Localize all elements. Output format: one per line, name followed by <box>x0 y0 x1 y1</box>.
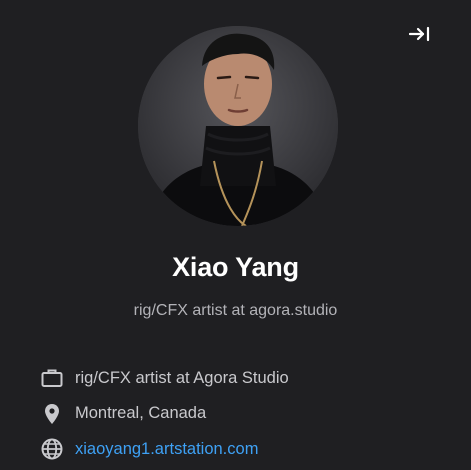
profile-sidebar: Xiao Yang rig/CFX artist at agora.studio… <box>0 0 471 470</box>
avatar[interactable] <box>138 26 338 226</box>
location-pin-icon <box>40 402 64 426</box>
detail-location: Montreal, Canada <box>40 402 460 426</box>
briefcase-icon <box>40 366 64 390</box>
profile-details: rig/CFX artist at Agora Studio Montreal,… <box>40 366 460 470</box>
profile-headline: rig/CFX artist at agora.studio <box>133 302 338 319</box>
collapse-sidebar-button[interactable] <box>406 24 434 48</box>
detail-job: rig/CFX artist at Agora Studio <box>40 366 460 390</box>
collapse-sidebar-icon <box>408 26 431 47</box>
location-text: Montreal, Canada <box>75 404 207 422</box>
globe-icon <box>40 437 64 461</box>
job-text: rig/CFX artist at Agora Studio <box>75 368 289 387</box>
website-link[interactable]: xiaoyang1.artstation.com <box>75 440 258 459</box>
detail-website: xiaoyang1.artstation.com <box>40 437 460 461</box>
profile-name: Xiao Yang <box>172 252 299 282</box>
